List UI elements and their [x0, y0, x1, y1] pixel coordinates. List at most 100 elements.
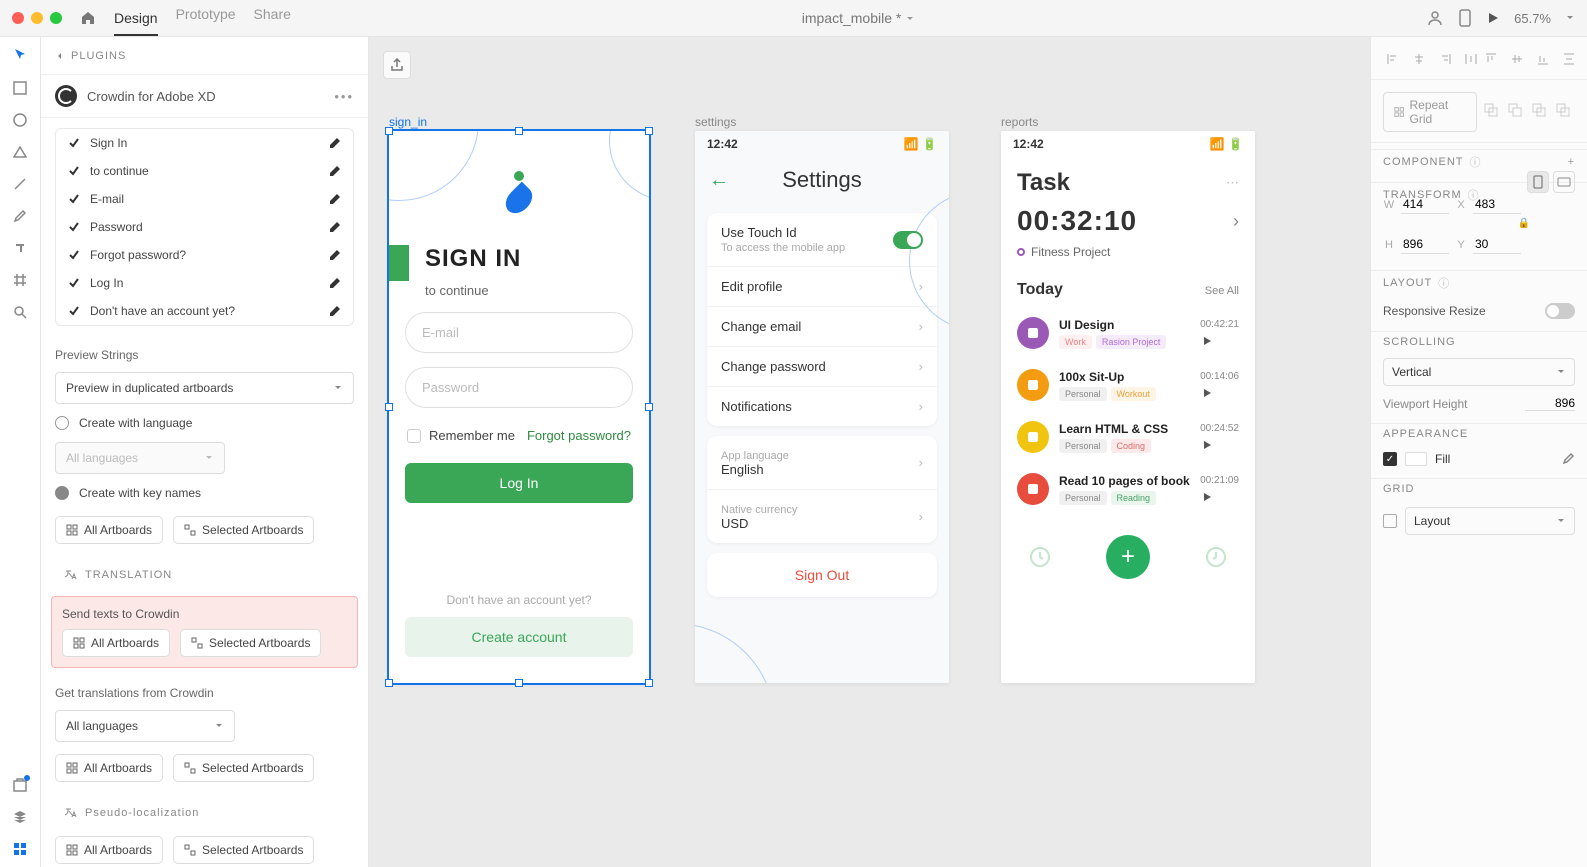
scrolling-select[interactable]: Vertical: [1383, 358, 1575, 386]
send-all-artboards-button[interactable]: All Artboards: [62, 629, 170, 657]
document-title[interactable]: impact_mobile *: [291, 10, 1426, 26]
add-component-icon[interactable]: +: [1568, 156, 1575, 168]
lock-aspect-icon[interactable]: 🔒: [1461, 218, 1587, 229]
x-field[interactable]: [1473, 195, 1521, 214]
task-item[interactable]: UI DesignWorkRasion Project00:42:21: [1001, 307, 1255, 359]
history-icon[interactable]: [1204, 545, 1228, 569]
string-row[interactable]: to continue: [56, 157, 353, 185]
landscape-icon[interactable]: [1553, 171, 1575, 193]
task-item[interactable]: 100x Sit-UpPersonalWorkout00:14:06: [1001, 359, 1255, 411]
pseudo-all-artboards-button[interactable]: All Artboards: [55, 836, 163, 864]
play-icon[interactable]: [1486, 11, 1500, 25]
align-center-v-icon[interactable]: [1507, 49, 1527, 69]
boolean-subtract-icon[interactable]: [1507, 102, 1527, 122]
artboard-label-settings[interactable]: settings: [695, 115, 736, 129]
create-account-button[interactable]: Create account: [405, 617, 633, 657]
align-bottom-icon[interactable]: [1533, 49, 1553, 69]
text-tool-icon[interactable]: [13, 241, 27, 255]
change-email-row[interactable]: Change email›: [707, 306, 937, 346]
select-tool-icon[interactable]: [12, 47, 28, 63]
layers-icon[interactable]: [12, 809, 28, 825]
artboard-tool-icon[interactable]: [13, 273, 27, 287]
triangle-tool-icon[interactable]: [13, 145, 27, 159]
boolean-intersect-icon[interactable]: [1531, 102, 1551, 122]
string-row[interactable]: Log In: [56, 269, 353, 297]
grid-checkbox[interactable]: [1383, 514, 1397, 528]
boolean-union-icon[interactable]: [1483, 102, 1503, 122]
pseudo-selected-artboards-button[interactable]: Selected Artboards: [173, 836, 314, 864]
line-tool-icon[interactable]: [13, 177, 27, 191]
string-row[interactable]: Password: [56, 213, 353, 241]
more-icon[interactable]: ⋯: [1226, 175, 1239, 191]
align-top-icon[interactable]: [1481, 49, 1501, 69]
login-button[interactable]: Log In: [405, 463, 633, 503]
home-icon[interactable]: [80, 10, 96, 26]
artboard-label-reports[interactable]: reports: [1001, 115, 1038, 129]
string-row[interactable]: Sign In: [56, 129, 353, 157]
plugins-header[interactable]: PLUGINS: [41, 37, 368, 75]
get-language-select[interactable]: All languages: [55, 710, 235, 742]
repeat-grid-button[interactable]: Repeat Grid: [1383, 92, 1477, 132]
tab-design[interactable]: Design: [114, 10, 158, 36]
notifications-row[interactable]: Notifications›: [707, 386, 937, 426]
boolean-exclude-icon[interactable]: [1555, 102, 1575, 122]
currency-row[interactable]: Native currencyUSD›: [707, 489, 937, 543]
rectangle-tool-icon[interactable]: [13, 81, 27, 95]
language-select[interactable]: All languages: [55, 442, 225, 474]
play-icon[interactable]: [1200, 438, 1239, 452]
zoom-tool-icon[interactable]: [13, 305, 27, 319]
distribute-h-icon[interactable]: [1461, 49, 1481, 69]
app-language-row[interactable]: App languageEnglish›: [707, 436, 937, 489]
plugins-panel-icon[interactable]: [12, 841, 28, 857]
change-password-row[interactable]: Change password›: [707, 346, 937, 386]
grid-select[interactable]: Layout: [1405, 507, 1575, 535]
fill-swatch[interactable]: [1405, 452, 1427, 466]
add-fab-button[interactable]: +: [1106, 535, 1150, 579]
width-field[interactable]: [1401, 195, 1449, 214]
chevron-down-icon[interactable]: [1565, 13, 1575, 23]
plugin-more-icon[interactable]: •••: [334, 89, 354, 104]
window-controls[interactable]: [12, 12, 62, 24]
export-icon[interactable]: [383, 51, 411, 79]
eyedropper-icon[interactable]: [1561, 452, 1575, 466]
viewport-height-field[interactable]: [1525, 396, 1575, 411]
string-row[interactable]: Forgot password?: [56, 241, 353, 269]
edit-profile-row[interactable]: Edit profile›: [707, 266, 937, 306]
password-input[interactable]: Password: [405, 367, 633, 408]
task-item[interactable]: Read 10 pages of bookPersonalReading00:2…: [1001, 463, 1255, 515]
y-field[interactable]: [1473, 235, 1521, 254]
fill-checkbox[interactable]: ✓: [1383, 452, 1397, 466]
forgot-password-link[interactable]: Forgot password?: [527, 428, 631, 443]
distribute-v-icon[interactable]: [1559, 49, 1579, 69]
signout-button[interactable]: Sign Out: [707, 553, 937, 597]
pen-tool-icon[interactable]: [13, 209, 27, 223]
task-item[interactable]: Learn HTML & CSSPersonalCoding00:24:52: [1001, 411, 1255, 463]
get-all-artboards-button[interactable]: All Artboards: [55, 754, 163, 782]
tab-prototype[interactable]: Prototype: [176, 6, 236, 30]
play-icon[interactable]: [1200, 490, 1239, 504]
tab-share[interactable]: Share: [254, 6, 291, 30]
artboard-signin[interactable]: SIGN INto continue E-mail Password Remem…: [389, 131, 649, 683]
send-selected-artboards-button[interactable]: Selected Artboards: [180, 629, 321, 657]
string-row[interactable]: E-mail: [56, 185, 353, 213]
artboard-label-signin[interactable]: sign_in: [389, 115, 427, 129]
chevron-right-icon[interactable]: ›: [1233, 211, 1239, 232]
see-all-link[interactable]: See All: [1205, 285, 1239, 297]
remember-me-checkbox[interactable]: Remember me: [407, 428, 515, 443]
libraries-icon[interactable]: [12, 777, 28, 793]
create-with-language-radio[interactable]: Create with language: [41, 408, 368, 438]
circle-tool-icon[interactable]: [13, 113, 27, 127]
align-right-icon[interactable]: [1435, 49, 1455, 69]
clock-icon[interactable]: [1028, 545, 1052, 569]
info-icon[interactable]: ⓘ: [1438, 275, 1450, 291]
align-center-h-icon[interactable]: [1409, 49, 1429, 69]
play-icon[interactable]: [1200, 386, 1239, 400]
touchid-toggle[interactable]: [893, 231, 923, 249]
back-icon[interactable]: ←: [709, 169, 729, 192]
create-with-keys-radio[interactable]: Create with key names: [41, 478, 368, 508]
all-artboards-button[interactable]: All Artboards: [55, 516, 163, 544]
play-icon[interactable]: [1200, 334, 1239, 348]
canvas[interactable]: sign_in SIGN INto continue E-mail Passwo…: [369, 37, 1370, 867]
device-icon[interactable]: [1458, 9, 1472, 27]
selected-artboards-button[interactable]: Selected Artboards: [173, 516, 314, 544]
